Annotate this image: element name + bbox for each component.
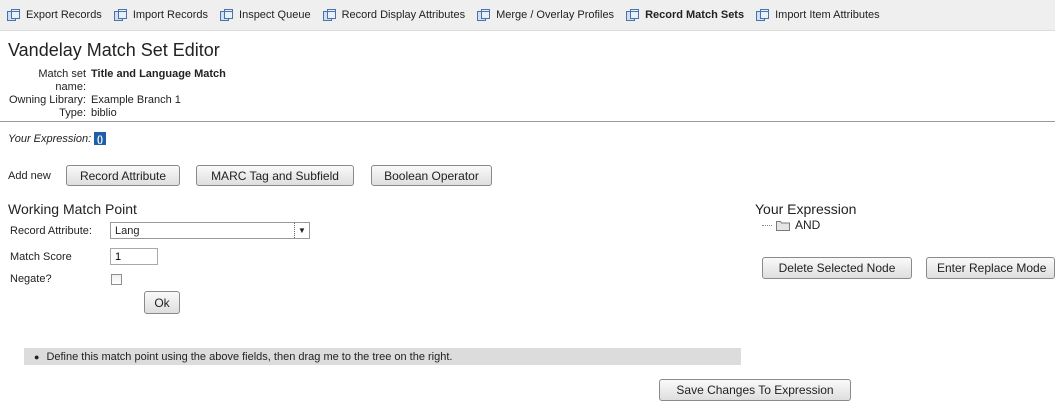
toolbar-item-label: Inspect Queue [239, 9, 311, 21]
match-score-label: Match Score [10, 251, 72, 263]
toolbar-record-display-attributes[interactable]: Record Display Attributes [322, 8, 466, 22]
window-icon [113, 8, 127, 21]
window-icon [7, 8, 20, 21]
record-attribute-value: Lang [115, 224, 140, 237]
delete-selected-node-button[interactable]: Delete Selected Node [762, 257, 912, 279]
toolbar-merge-overlay-profiles[interactable]: Merge / Overlay Profiles [477, 8, 615, 22]
add-boolean-operator-button[interactable]: Boolean Operator [371, 165, 492, 186]
window-icon [756, 8, 770, 21]
record-attribute-select[interactable]: Lang ▼ [110, 222, 310, 239]
owning-library-label: Owning Library: [8, 94, 86, 106]
negate-checkbox[interactable] [111, 274, 122, 285]
toolbar-import-item-attributes[interactable]: Import Item Attributes [756, 8, 880, 22]
expression-chip[interactable]: () [94, 132, 106, 145]
toolbar-item-label: Record Match Sets [645, 9, 745, 21]
divider [0, 121, 1055, 122]
toolbar-inspect-queue[interactable]: Inspect Queue [220, 8, 311, 22]
tree-node-label: AND [795, 218, 821, 232]
enter-replace-mode-button[interactable]: Enter Replace Mode [926, 257, 1055, 279]
add-marc-tag-button[interactable]: MARC Tag and Subfield [196, 165, 354, 186]
type-label: Type: [59, 107, 86, 119]
window-icon [322, 8, 336, 21]
toolbar-record-match-sets[interactable]: Record Match Sets [626, 8, 745, 22]
chevron-down-icon[interactable]: ▼ [294, 223, 309, 238]
match-score-input[interactable] [110, 248, 158, 265]
tree-title: Your Expression [755, 201, 857, 217]
toolbar-import-records[interactable]: Import Records [113, 8, 209, 22]
ok-button[interactable]: Ok [144, 291, 180, 314]
record-attribute-label: Record Attribute: [10, 225, 92, 237]
match-set-name-label: Match set name: [38, 68, 86, 93]
bullet-icon: ● [34, 351, 40, 362]
hint-text: Define this match point using the above … [46, 350, 453, 363]
owning-library-value: Example Branch 1 [91, 94, 181, 106]
your-expression-label: Your Expression: [8, 133, 92, 145]
match-set-name-value: Title and Language Match [91, 68, 226, 80]
window-icon [626, 8, 640, 21]
toolbar-export-records[interactable]: Export Records [7, 8, 102, 22]
window-icon [220, 8, 234, 21]
draggable-match-point[interactable]: ● Define this match point using the abov… [24, 348, 741, 365]
toolbar-item-label: Export Records [26, 9, 102, 21]
toolbar-item-label: Import Item Attributes [775, 9, 880, 21]
tree-connector [762, 224, 772, 226]
working-match-point-title: Working Match Point [8, 201, 137, 217]
folder-icon [776, 220, 790, 231]
negate-label: Negate? [10, 273, 52, 285]
type-value: biblio [91, 107, 117, 119]
match-set-info: Match set name: Title and Language Match… [8, 68, 226, 120]
add-new-label: Add new [8, 170, 51, 182]
toolbar-item-label: Merge / Overlay Profiles [496, 9, 615, 21]
add-record-attribute-button[interactable]: Record Attribute [66, 165, 180, 186]
toolbar-item-label: Import Records [132, 9, 209, 21]
toolbar-item-label: Record Display Attributes [341, 9, 466, 21]
page-title: Vandelay Match Set Editor [8, 40, 220, 60]
tree-node-and[interactable]: AND [762, 218, 820, 232]
window-icon [477, 8, 491, 21]
top-toolbar: Export Records Import Records Inspect Qu… [0, 0, 1055, 31]
